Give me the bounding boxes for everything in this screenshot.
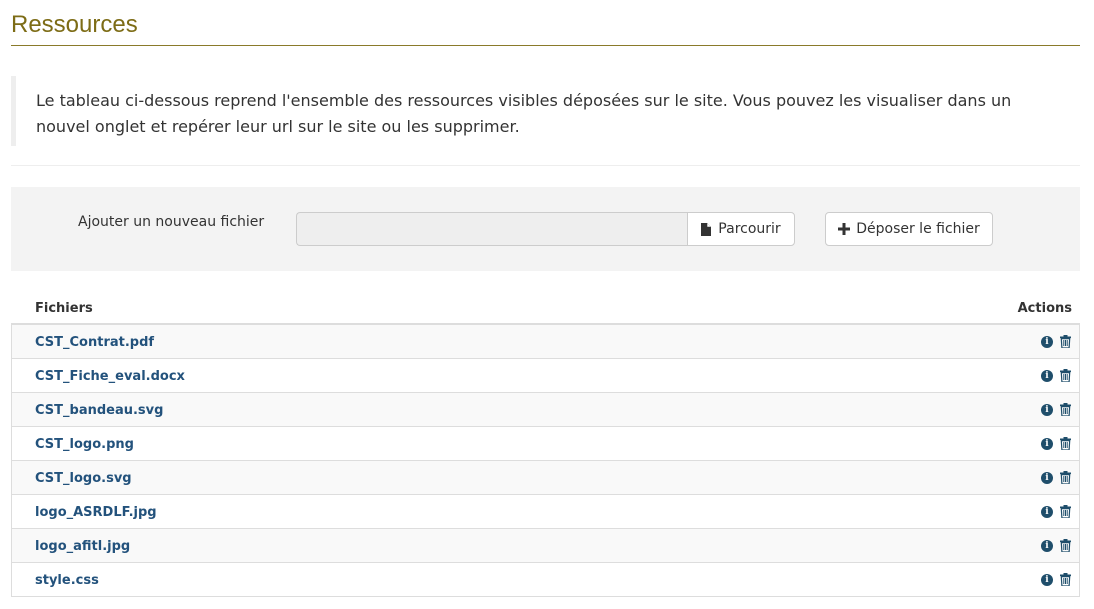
- file-link[interactable]: CST_bandeau.svg: [35, 403, 163, 418]
- intro-text: Le tableau ci-dessous reprend l'ensemble…: [36, 91, 1012, 136]
- trash-icon[interactable]: [1060, 471, 1071, 484]
- table-row: CST_Fiche_eval.docx i: [11, 359, 1080, 393]
- row-actions: i: [1041, 471, 1071, 484]
- table-row: CST_bandeau.svg i: [11, 393, 1080, 427]
- table-row: CST_Contrat.pdf i: [11, 325, 1080, 359]
- file-link[interactable]: CST_logo.png: [35, 437, 134, 452]
- intro-blockquote: Le tableau ci-dessous reprend l'ensemble…: [11, 76, 1080, 146]
- file-link[interactable]: CST_logo.svg: [35, 471, 132, 486]
- row-actions: i: [1041, 403, 1071, 416]
- file-link[interactable]: CST_Contrat.pdf: [35, 335, 154, 350]
- files-table: Fichiers Actions CST_Contrat.pdf i CST_Fic…: [11, 291, 1080, 597]
- row-actions: i: [1041, 437, 1071, 450]
- trash-icon[interactable]: [1060, 505, 1071, 518]
- section-divider: [11, 165, 1080, 166]
- trash-icon[interactable]: [1060, 335, 1071, 348]
- table-row: CST_logo.png i: [11, 427, 1080, 461]
- page-title: Ressources: [11, 11, 138, 38]
- column-header-files: Fichiers: [35, 301, 93, 316]
- info-icon[interactable]: i: [1041, 573, 1053, 586]
- browse-button-label: Parcourir: [718, 221, 781, 237]
- info-icon[interactable]: i: [1041, 335, 1053, 348]
- file-link[interactable]: logo_ASRDLF.jpg: [35, 505, 157, 520]
- title-divider: [11, 45, 1080, 46]
- row-actions: i: [1041, 505, 1071, 518]
- row-actions: i: [1041, 539, 1071, 552]
- table-header: Fichiers Actions: [11, 291, 1080, 325]
- upload-label: Ajouter un nouveau fichier: [78, 214, 265, 230]
- trash-icon[interactable]: [1060, 437, 1071, 450]
- info-icon[interactable]: i: [1041, 471, 1053, 484]
- table-row: logo_afitl.jpg i: [11, 529, 1080, 563]
- trash-icon[interactable]: [1060, 573, 1071, 586]
- trash-icon[interactable]: [1060, 403, 1071, 416]
- row-actions: i: [1041, 335, 1071, 348]
- table-row: logo_ASRDLF.jpg i: [11, 495, 1080, 529]
- file-link[interactable]: logo_afitl.jpg: [35, 539, 130, 554]
- deposit-file-button[interactable]: Déposer le fichier: [825, 212, 993, 246]
- row-actions: i: [1041, 369, 1071, 382]
- info-icon[interactable]: i: [1041, 437, 1053, 450]
- file-path-field[interactable]: [296, 212, 688, 246]
- trash-icon[interactable]: [1060, 369, 1071, 382]
- info-icon[interactable]: i: [1041, 539, 1053, 552]
- info-icon[interactable]: i: [1041, 403, 1053, 416]
- upload-panel: Ajouter un nouveau fichier Parcourir Dép…: [11, 187, 1080, 271]
- info-icon[interactable]: i: [1041, 369, 1053, 382]
- trash-icon[interactable]: [1060, 539, 1071, 552]
- file-link[interactable]: style.css: [35, 573, 99, 588]
- table-body: CST_Contrat.pdf i CST_Fiche_eval.docx i CST_…: [11, 325, 1080, 597]
- row-actions: i: [1041, 573, 1071, 586]
- column-header-actions: Actions: [1017, 301, 1072, 316]
- browse-button[interactable]: Parcourir: [687, 212, 795, 246]
- plus-icon: [838, 223, 851, 235]
- table-row: style.css i: [11, 563, 1080, 597]
- table-row: CST_logo.svg i: [11, 461, 1080, 495]
- deposit-button-label: Déposer le fichier: [856, 221, 980, 237]
- info-icon[interactable]: i: [1041, 505, 1053, 518]
- file-link[interactable]: CST_Fiche_eval.docx: [35, 369, 185, 384]
- file-icon: [701, 222, 712, 236]
